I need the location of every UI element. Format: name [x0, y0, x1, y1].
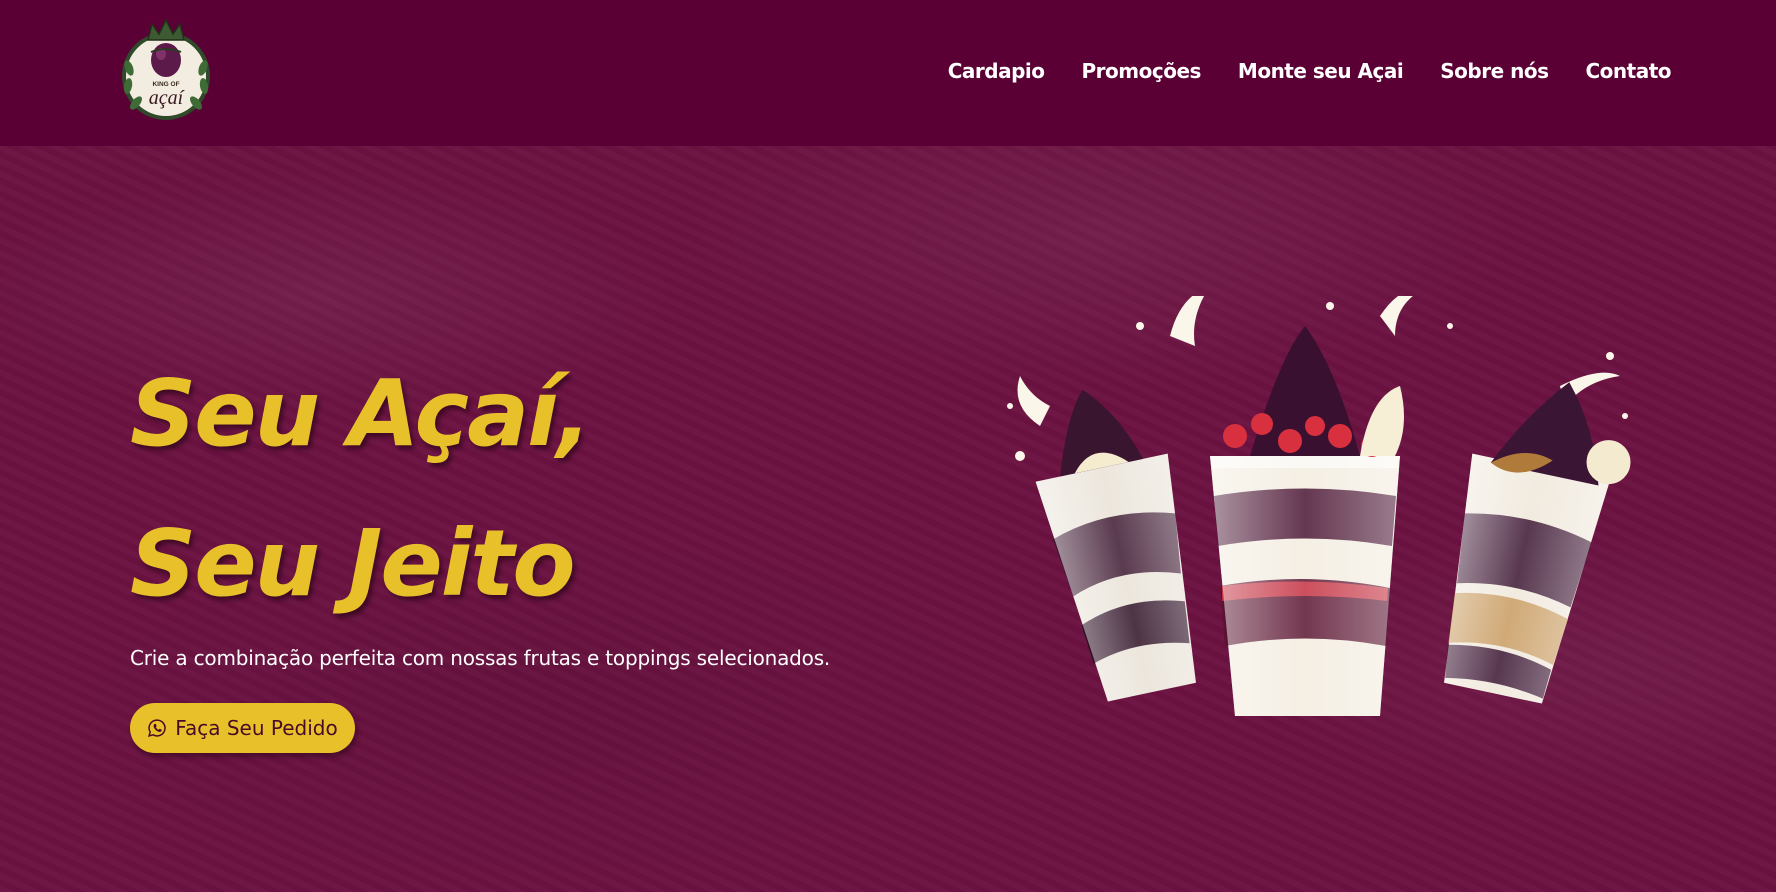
nav-link-monte-seu-acai[interactable]: Monte seu Açai	[1238, 54, 1404, 88]
crown-acai-logo-icon: KING OF açaí	[122, 18, 210, 120]
hero-section: Seu Açaí, Seu Jeito Crie a combinação pe…	[0, 146, 1776, 892]
nav-link-cardapio[interactable]: Cardapio	[948, 54, 1045, 88]
nav-link-promocoes[interactable]: Promoções	[1082, 54, 1202, 88]
hero-title: Seu Açaí, Seu Jeito	[130, 339, 592, 639]
order-button[interactable]: Faça Seu Pedido	[130, 703, 355, 753]
whatsapp-icon	[147, 718, 167, 738]
hero-title-line-2: Seu Jeito	[130, 510, 576, 617]
acai-cups-image	[1000, 296, 1640, 736]
site-header: KING OF açaí Cardapio Promoções Monte se…	[0, 0, 1776, 146]
hero-subtitle: Crie a combinação perfeita com nossas fr…	[130, 646, 831, 670]
logo-main-text: açaí	[149, 87, 186, 109]
hero-title-line-1: Seu Açaí,	[130, 360, 592, 467]
nav-link-contato[interactable]: Contato	[1585, 54, 1671, 88]
order-button-label: Faça Seu Pedido	[175, 716, 338, 740]
main-nav: Cardapio Promoções Monte seu Açai Sobre …	[948, 54, 1672, 88]
nav-link-sobre-nos[interactable]: Sobre nós	[1440, 54, 1549, 88]
brand-logo[interactable]: KING OF açaí	[116, 16, 216, 124]
